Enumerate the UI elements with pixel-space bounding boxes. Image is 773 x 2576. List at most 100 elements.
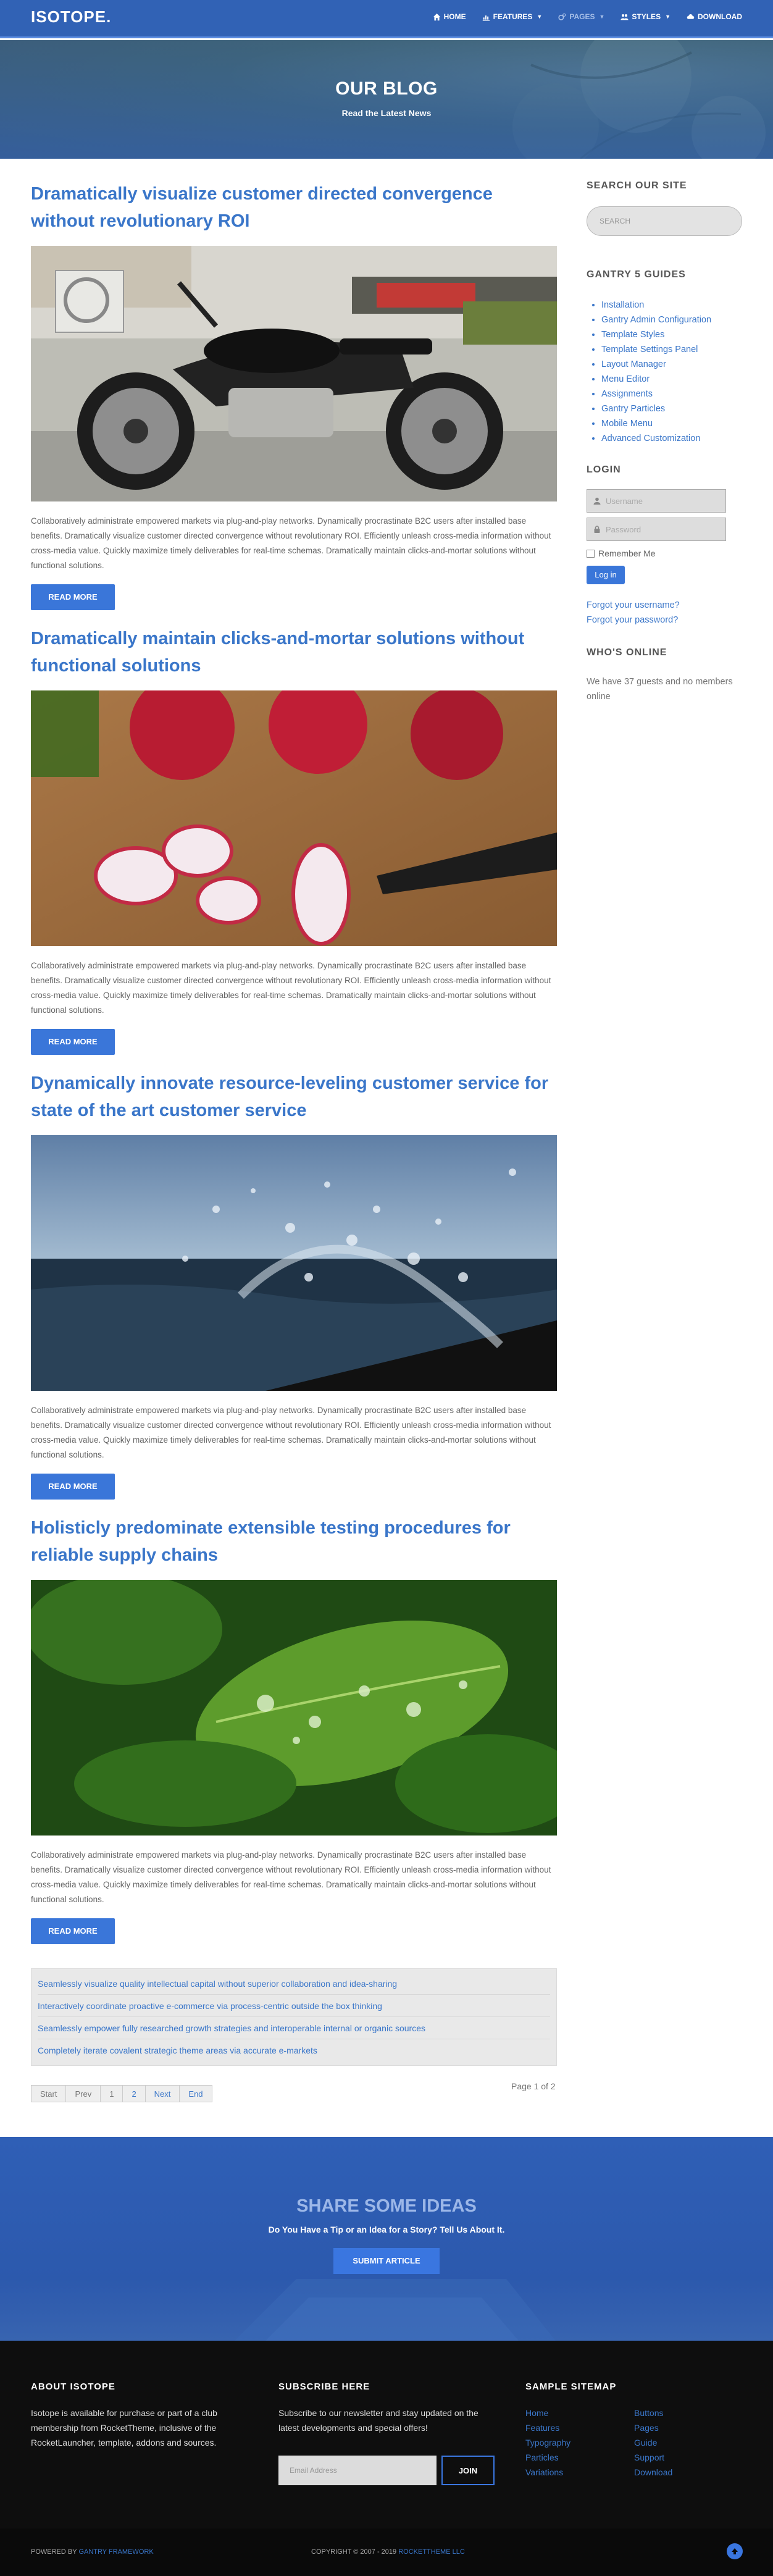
copyright: Copyright © 2007 - 2019 RocketTheme LLC — [311, 2548, 465, 2556]
water-splash-photo[interactable] — [31, 1135, 557, 1391]
copyright-label: Copyright © 2007 - 2019 — [311, 2548, 397, 2556]
page-subtitle: Read the Latest News — [341, 108, 432, 118]
nav-styles[interactable]: Styles ▼ — [620, 12, 671, 21]
sitemap-link[interactable]: Variations — [525, 2465, 634, 2480]
sitemap-link[interactable]: Typography — [525, 2435, 634, 2450]
nav-download[interactable]: Download — [687, 12, 742, 21]
login-button[interactable]: Log in — [587, 566, 625, 584]
guide-link[interactable]: Template Styles — [601, 327, 742, 342]
list-item[interactable]: Seamlessly empower fully researched grow… — [38, 2017, 550, 2039]
username-placeholder: Username — [606, 496, 643, 506]
nav-pages[interactable]: Pages ▼ — [558, 12, 604, 21]
more-article-link[interactable]: Seamlessly visualize quality intellectua… — [38, 1979, 397, 1989]
article-title[interactable]: Holisticly predominate extensible testin… — [31, 1514, 557, 1574]
sidebar: Search Our Site SEARCH Gantry 5 Guides I… — [587, 180, 742, 704]
sitemap-link[interactable]: Pages — [634, 2420, 708, 2435]
article-excerpt: Collaboratively administrate empowered m… — [31, 961, 551, 1015]
site-logo[interactable]: ISOTOPE. — [31, 7, 111, 27]
guide-link[interactable]: Gantry Particles — [601, 401, 742, 416]
guides-list: Installation Gantry Admin Configuration … — [587, 298, 742, 446]
pagination-end[interactable]: End — [179, 2085, 212, 2102]
green-leaves-photo[interactable] — [31, 1580, 557, 1836]
blog-article: Dramatically visualize customer directed… — [31, 180, 557, 625]
article-title[interactable]: Dramatically maintain clicks-and-mortar … — [31, 625, 557, 684]
chevron-down-icon: ▼ — [599, 14, 605, 20]
lock-icon — [594, 526, 600, 533]
sitemap-link[interactable]: Features — [525, 2420, 634, 2435]
more-article-link[interactable]: Seamlessly empower fully researched grow… — [38, 2023, 425, 2033]
sitemap-link[interactable]: Download — [634, 2465, 708, 2480]
chevron-down-icon: ▼ — [665, 14, 671, 20]
bottom-bar: Powered by Gantry Framework Copyright © … — [0, 2528, 773, 2576]
guide-link[interactable]: Layout Manager — [601, 357, 742, 372]
login-title: Login — [587, 464, 621, 475]
main-nav: Home Features ▼ Pages ▼ Styles ▼ Downloa… — [433, 12, 742, 21]
guides-title: Gantry 5 Guides — [587, 269, 686, 280]
pagination-next[interactable]: Next — [144, 2085, 180, 2102]
home-icon — [433, 13, 440, 20]
radishes-photo[interactable] — [31, 690, 557, 946]
guide-link[interactable]: Mobile Menu — [601, 416, 742, 431]
more-article-link[interactable]: Interactively coordinate proactive e-com… — [38, 2001, 382, 2011]
guide-link[interactable]: Assignments — [601, 387, 742, 401]
hero-banner: OUR BLOG Read the Latest News — [0, 40, 773, 159]
rockettheme-link[interactable]: RocketTheme LLC — [398, 2548, 465, 2556]
username-field[interactable]: Username — [587, 489, 726, 513]
article-excerpt: Collaboratively administrate empowered m… — [31, 1406, 551, 1459]
list-item[interactable]: Completely iterate covalent strategic th… — [38, 2039, 550, 2062]
password-field[interactable]: Password — [587, 518, 726, 541]
email-input[interactable]: Email Address — [278, 2456, 437, 2485]
read-more-button[interactable]: Read More — [31, 1029, 115, 1055]
page-title: OUR BLOG — [335, 78, 438, 99]
nav-home-label: Home — [443, 12, 466, 21]
read-more-button[interactable]: Read More — [31, 584, 115, 610]
online-title: Who's Online — [587, 647, 667, 658]
remember-me[interactable]: Remember Me — [587, 548, 742, 558]
footer-sitemap-title: Sample Sitemap — [525, 2381, 617, 2392]
article-title[interactable]: Dramatically visualize customer directed… — [31, 180, 557, 240]
search-input[interactable]: SEARCH — [587, 206, 742, 236]
article-title[interactable]: Dynamically innovate resource-leveling c… — [31, 1070, 557, 1129]
forgot-username-link[interactable]: Forgot your username? — [587, 598, 742, 613]
gantry-link[interactable]: Gantry Framework — [78, 2548, 153, 2556]
more-article-link[interactable]: Completely iterate covalent strategic th… — [38, 2045, 317, 2055]
sitemap-link[interactable]: Guide — [634, 2435, 708, 2450]
submit-article-button[interactable]: Submit Article — [333, 2248, 440, 2274]
chevron-down-icon: ▼ — [537, 14, 543, 20]
sitemap-link[interactable]: Particles — [525, 2450, 634, 2465]
read-more-button[interactable]: Read More — [31, 1918, 115, 1944]
guide-link[interactable]: Advanced Customization — [601, 431, 742, 446]
sitemap-link[interactable]: Home — [525, 2406, 634, 2420]
pagination-page-2[interactable]: 2 — [122, 2085, 146, 2102]
pagination-prev: Prev — [65, 2085, 101, 2102]
guide-link[interactable]: Template Settings Panel — [601, 342, 742, 357]
list-item[interactable]: Interactively coordinate proactive e-com… — [38, 1995, 550, 2017]
sitemap-link[interactable]: Buttons — [634, 2406, 708, 2420]
forgot-password-link[interactable]: Forgot your password? — [587, 613, 742, 627]
guide-link[interactable]: Gantry Admin Configuration — [601, 313, 742, 327]
users-icon — [620, 14, 629, 20]
nav-features[interactable]: Features ▼ — [482, 12, 543, 21]
footer-about-title: About Isotope — [31, 2381, 115, 2392]
guide-link[interactable]: Menu Editor — [601, 372, 742, 387]
chart-icon — [482, 15, 490, 21]
remember-checkbox[interactable] — [587, 549, 595, 558]
blog-articles: Dramatically visualize customer directed… — [31, 180, 557, 1959]
list-item[interactable]: Seamlessly visualize quality intellectua… — [38, 1973, 550, 1995]
article-excerpt: Collaboratively administrate empowered m… — [31, 1850, 551, 1904]
nav-home[interactable]: Home — [433, 12, 466, 21]
guide-link[interactable]: Installation — [601, 298, 742, 313]
join-button[interactable]: Join — [441, 2456, 495, 2485]
article-excerpt: Collaboratively administrate empowered m… — [31, 516, 551, 570]
share-background-image — [235, 2279, 556, 2341]
read-more-button[interactable]: Read More — [31, 1474, 115, 1500]
back-to-top-button[interactable] — [727, 2543, 743, 2559]
motorcycle-photo[interactable] — [31, 246, 557, 501]
blog-article: Dynamically innovate resource-leveling c… — [31, 1070, 557, 1514]
pagination: Start Prev 1 2 Next End — [31, 2085, 212, 2102]
footer-subscribe: Subscribe Here Subscribe to our newslett… — [278, 2381, 501, 2493]
blog-article: Dramatically maintain clicks-and-mortar … — [31, 625, 557, 1070]
gears-icon — [558, 13, 566, 20]
page-counter: Page 1 of 2 — [511, 2081, 556, 2091]
sitemap-link[interactable]: Support — [634, 2450, 708, 2465]
